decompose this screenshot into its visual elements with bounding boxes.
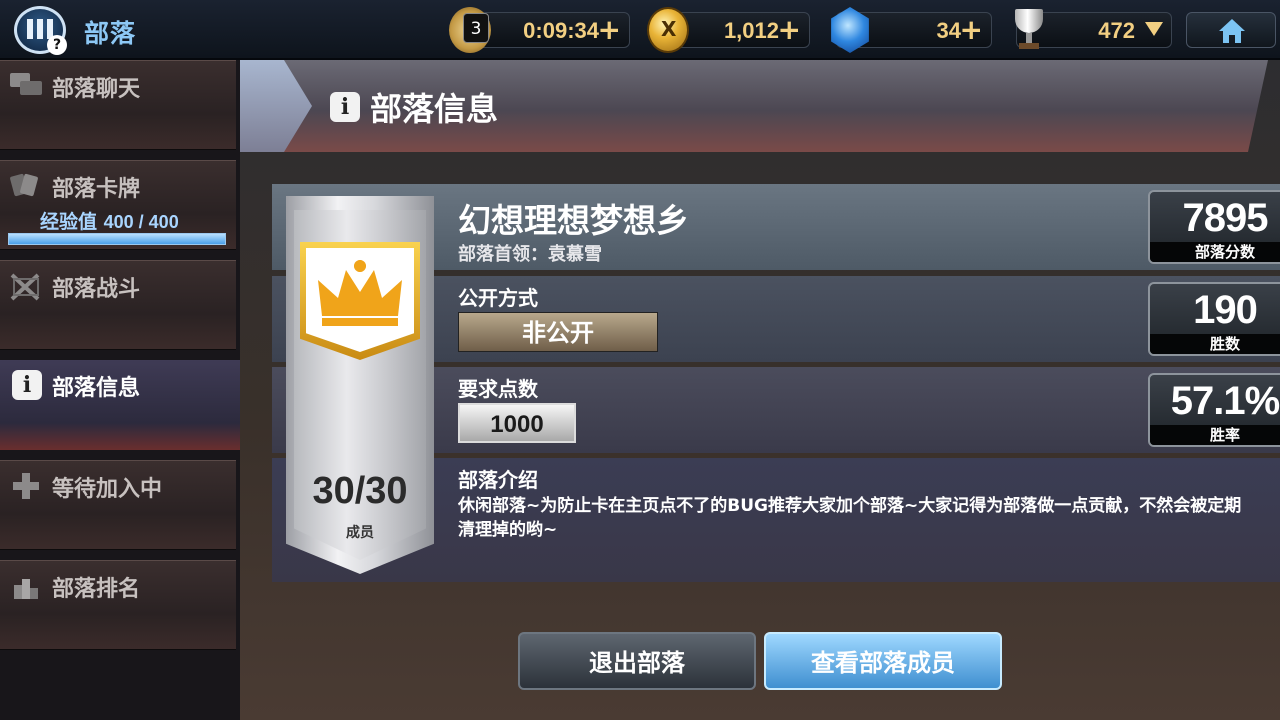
sidebar-item-battle[interactable]: 部落战斗 [0, 260, 236, 350]
section-title: i 部落信息 [330, 84, 498, 130]
timer-plus-button[interactable]: + [598, 14, 621, 46]
stat-caption: 胜率 [1150, 425, 1280, 445]
sidebar-item-pending[interactable]: 等待加入中 [0, 460, 236, 550]
sidebar-item-label: 等待加入中 [52, 477, 163, 502]
clan-banner: 30/30 成员 [286, 196, 434, 574]
gold-value: 1,012 [723, 18, 779, 43]
clan-leader: 部落首领：袁慕雪 [458, 244, 602, 265]
plus-icon [13, 473, 39, 499]
gold-plus-button[interactable]: + [778, 14, 801, 46]
stat-caption: 部落分数 [1150, 242, 1280, 262]
chat-bubbles-icon [10, 73, 42, 95]
stat-wins: 190 胜数 [1148, 282, 1280, 356]
gem-plus-button[interactable]: + [960, 14, 983, 46]
home-button[interactable] [1186, 12, 1276, 48]
gold-resource[interactable]: X 1,012 + [647, 7, 810, 53]
top-bar: ? 部落 3 0:09:34 + X 1,012 + 34 + 472 [0, 0, 1280, 60]
xp-progress-fill [9, 234, 225, 244]
sidebar-item-label: 部落聊天 [52, 77, 141, 102]
podium-icon [14, 579, 38, 599]
gold-coin-icon: X [647, 7, 689, 53]
clan-intro-label: 部落介绍 [458, 468, 538, 492]
clan-crest [300, 242, 420, 360]
home-icon [1219, 19, 1245, 43]
gem-icon [831, 7, 869, 53]
xp-label: 经验值 400 / 400 [40, 211, 179, 233]
sidebar-item-label: 部落战斗 [52, 277, 141, 302]
exit-clan-button[interactable]: 退出部落 [518, 632, 756, 690]
page-title: 部落 [84, 19, 137, 48]
member-count: 30/30 [312, 470, 408, 512]
gem-value: 34 [936, 18, 961, 43]
info-icon: i [12, 370, 42, 400]
clan-emblem-icon[interactable]: ? [14, 6, 67, 55]
view-members-button[interactable]: 查看部落成员 [764, 632, 1002, 690]
stat-value: 57.1% [1170, 379, 1280, 423]
sidebar-item-chat[interactable]: 部落聊天 [0, 60, 236, 150]
member-count-caption: 成员 [346, 525, 374, 541]
public-mode-label: 公开方式 [458, 286, 538, 310]
sidebar-item-info[interactable]: i 部落信息 [0, 360, 270, 450]
info-icon: i [330, 92, 360, 122]
sidebar-item-label: 部落信息 [52, 376, 141, 401]
main-panel: i 部落信息 幻想理想梦想乡 部落首领：袁慕雪 7895 部落分数 公开方式 非… [240, 60, 1280, 720]
section-title-text: 部落信息 [370, 90, 499, 128]
help-icon[interactable]: ? [47, 35, 67, 55]
clan-intro-text: 休闲部落~为防止卡在主页点不了的BUG推荐大家加个部落~大家记得为部落做一点贡献… [458, 496, 1242, 540]
timer-value: 0:09:34 [523, 18, 599, 43]
stat-caption: 胜数 [1150, 334, 1280, 354]
stat-win-rate: 57.1% 胜率 [1148, 373, 1280, 447]
crown-icon [318, 260, 402, 326]
stat-clan-score: 7895 部落分数 [1148, 190, 1280, 264]
sidebar-item-label: 部落卡牌 [52, 177, 141, 202]
stat-value: 7895 [1182, 196, 1269, 240]
timer-count: 3 [463, 13, 489, 43]
cards-icon [10, 173, 38, 197]
public-mode-value: 非公开 [458, 312, 658, 352]
clan-name: 幻想理想梦想乡 [458, 201, 689, 240]
trophy-value: 472 [1098, 18, 1135, 43]
timer-resource[interactable]: 3 0:09:34 + [449, 7, 630, 53]
hourglass-icon: 3 [449, 7, 491, 53]
sidebar-item-ranking[interactable]: 部落排名 [0, 560, 236, 650]
trophy-resource[interactable]: 472 [1015, 9, 1172, 49]
sidebar: 部落聊天 部落卡牌 经验值 400 / 400 部落战斗 i 部落信息 等待加入… [0, 60, 270, 720]
required-points-value: 1000 [458, 403, 576, 443]
xp-progress-bar [8, 233, 226, 245]
crossed-swords-icon [10, 273, 40, 301]
sidebar-item-cards[interactable]: 部落卡牌 经验值 400 / 400 [0, 160, 236, 250]
required-points-label: 要求点数 [458, 377, 538, 401]
stat-value: 190 [1193, 288, 1258, 332]
trophy-icon [1009, 7, 1051, 53]
gem-resource[interactable]: 34 + [831, 7, 992, 53]
chevron-down-icon[interactable] [1145, 22, 1163, 36]
sidebar-item-label: 部落排名 [52, 577, 141, 602]
